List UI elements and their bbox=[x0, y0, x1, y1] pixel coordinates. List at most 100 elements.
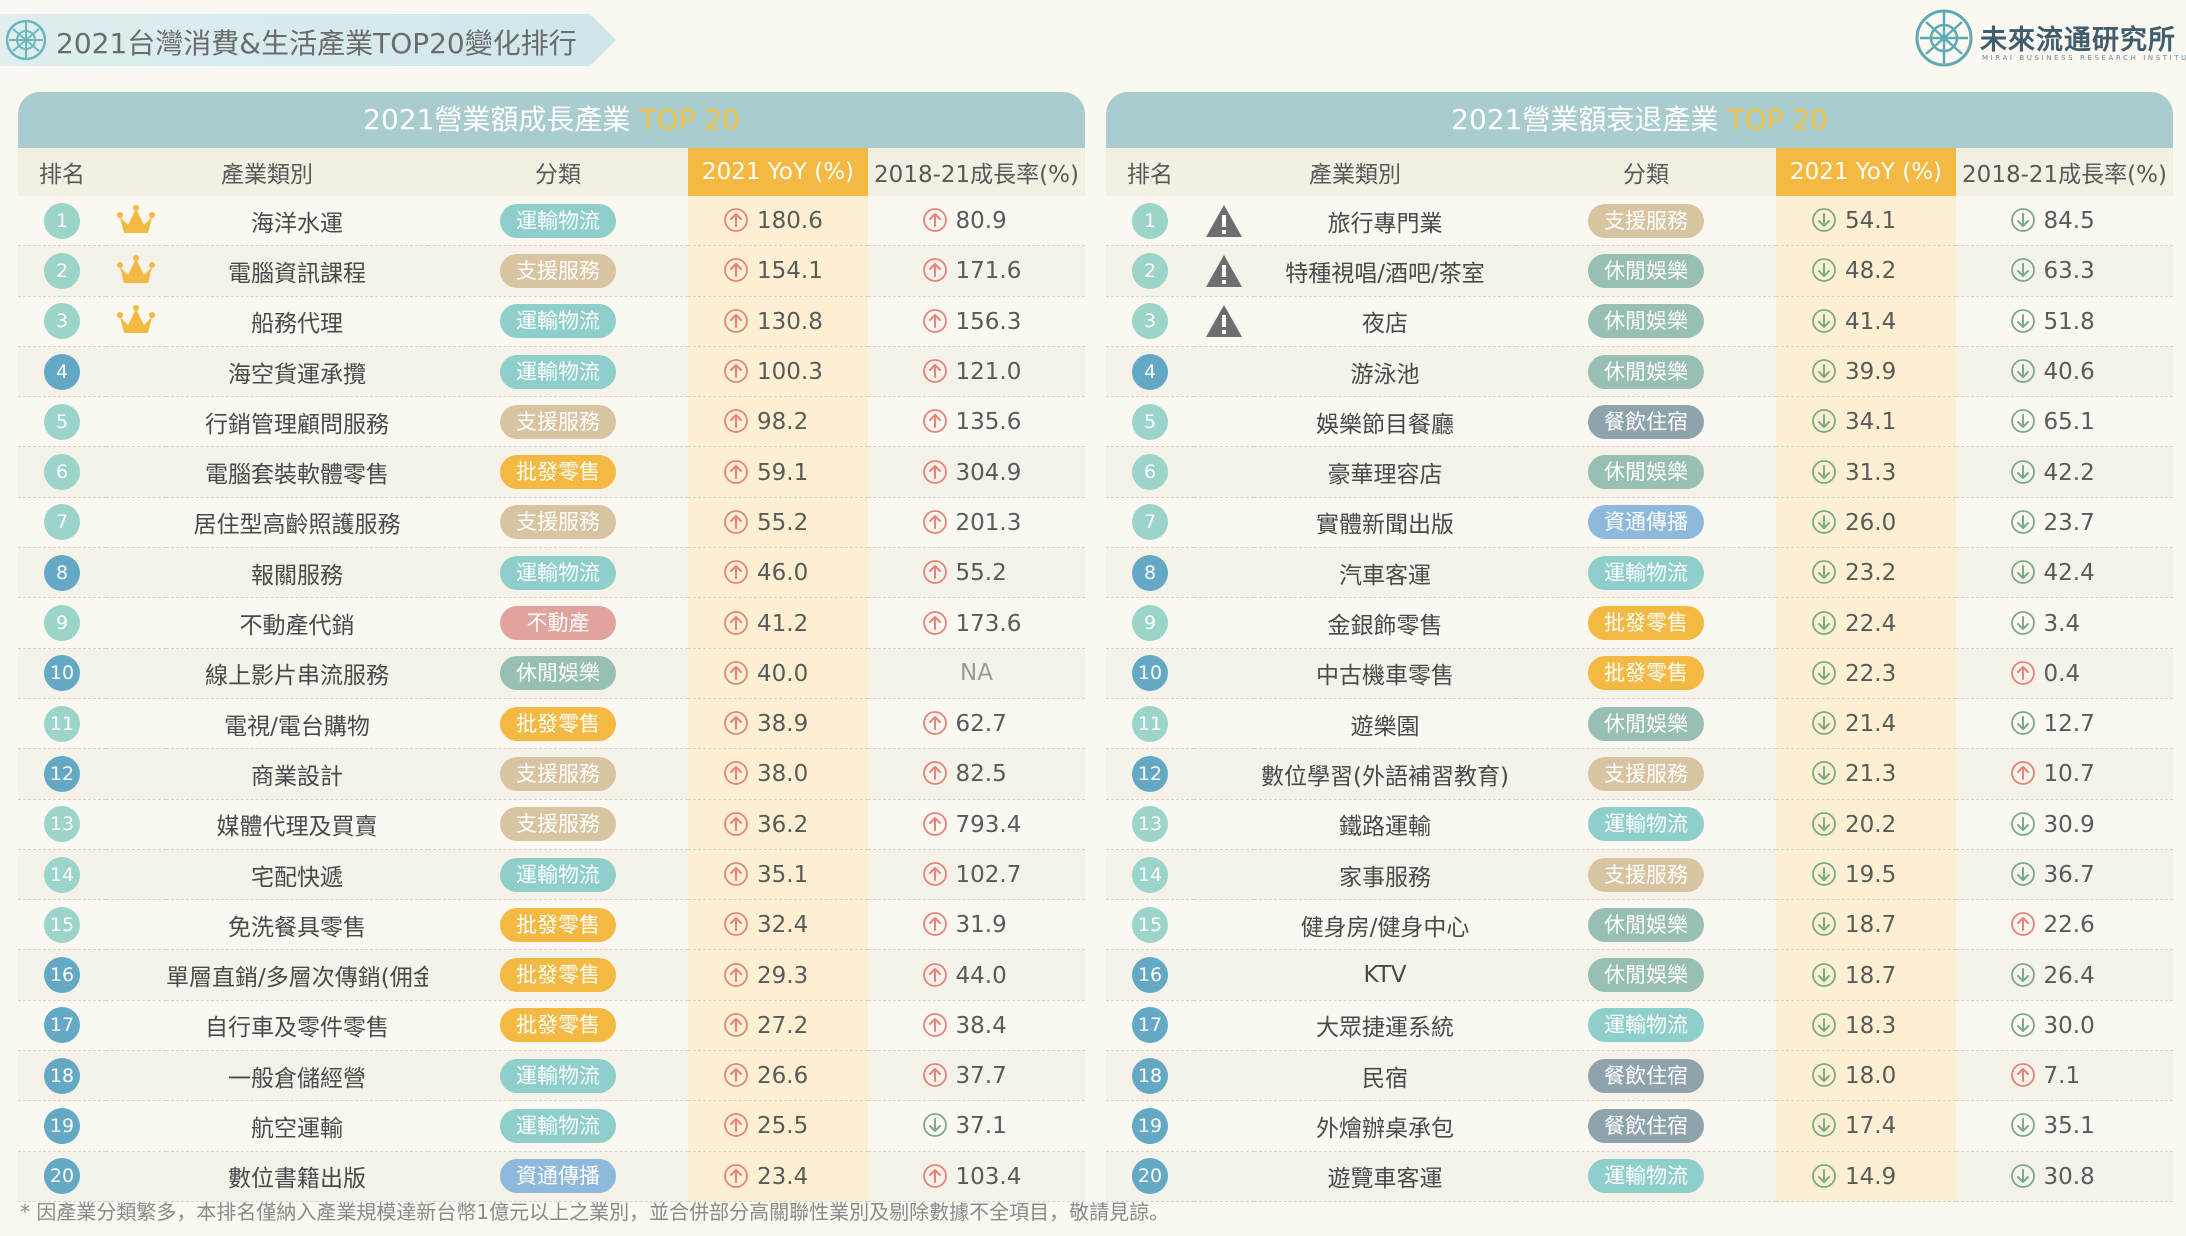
yoy-cell: 48.2 bbox=[1776, 245, 1956, 297]
category-cell: 批發零售 bbox=[428, 446, 688, 498]
arrow-up-icon bbox=[724, 862, 748, 886]
growth-cell: 42.2 bbox=[1956, 446, 2173, 498]
category-cell: 支援服務 bbox=[1516, 196, 1776, 247]
yoy-cell: 29.3 bbox=[688, 949, 868, 1001]
category-cell: 批發零售 bbox=[428, 1000, 688, 1052]
table-row: 2 特種視唱/酒吧/茶室 休閒娛樂 48.2 63.3 bbox=[1106, 245, 2173, 297]
yoy-value: 18.0 bbox=[1845, 1063, 1897, 1090]
category-badge: 不動產 bbox=[500, 606, 616, 641]
rank-badge: 11 bbox=[1132, 705, 1168, 742]
yoy-value: 22.3 bbox=[1845, 660, 1897, 687]
industry-name: 單層直銷/多層次傳銷(佣金收入) bbox=[166, 949, 428, 1001]
icon-cell bbox=[106, 597, 166, 649]
icon-cell bbox=[106, 446, 166, 498]
arrow-down-icon bbox=[2010, 1012, 2035, 1037]
yoy-cell: 98.2 bbox=[688, 396, 868, 448]
industry-name: 數位學習(外語補習教育) bbox=[1254, 748, 1516, 800]
growth-value: 3.4 bbox=[2043, 610, 2081, 637]
arrow-up-icon bbox=[724, 811, 748, 836]
category-badge: 運輸物流 bbox=[500, 1108, 616, 1143]
arrow-up-icon bbox=[922, 308, 947, 333]
page-title: 2021台灣消費&生活產業TOP20變化排行 bbox=[56, 27, 577, 60]
table-row: 17 大眾捷運系統 運輸物流 18.3 30.0 bbox=[1106, 1000, 2173, 1052]
rank-cell: 12 bbox=[18, 748, 106, 800]
footnote: * 因產業分類繁多，本排名僅納入產業規模達新台幣1億元以上之業別，並合併部分高關… bbox=[20, 1200, 1170, 1224]
table-row: 9 不動產代銷 不動產 41.2 173.6 bbox=[18, 597, 1085, 649]
table-row: 13 鐵路運輸 運輸物流 20.2 30.9 bbox=[1106, 799, 2173, 850]
rank-badge: 14 bbox=[1132, 856, 1168, 893]
rank-badge: 7 bbox=[44, 504, 80, 541]
rank-badge: 12 bbox=[1132, 755, 1168, 792]
rank-badge: 13 bbox=[1132, 806, 1168, 843]
arrow-up-icon bbox=[922, 862, 947, 886]
industry-name: 電腦資訊課程 bbox=[166, 245, 428, 297]
rank-cell: 11 bbox=[1106, 698, 1194, 750]
icon-cell bbox=[106, 698, 166, 750]
arrow-up-icon bbox=[724, 308, 748, 333]
icon-cell bbox=[106, 748, 166, 800]
yoy-value: 20.2 bbox=[1845, 811, 1897, 838]
industry-name: 豪華理容店 bbox=[1254, 446, 1516, 498]
growth-cell: 10.7 bbox=[1956, 748, 2173, 800]
table-row: 14 宅配快遞 運輸物流 35.1 102.7 bbox=[18, 849, 1085, 901]
col-header-yoy: 2021 YoY (%) bbox=[688, 148, 868, 196]
yoy-value: 26.6 bbox=[757, 1063, 809, 1090]
arrow-up-icon bbox=[724, 660, 748, 685]
warning-icon bbox=[1206, 254, 1242, 287]
table-row: 14 家事服務 支援服務 19.5 36.7 bbox=[1106, 849, 2173, 901]
yoy-cell: 26.6 bbox=[688, 1050, 868, 1102]
growth-cell: 36.7 bbox=[1956, 849, 2173, 901]
brand-subtitle: MIRAI BUSINESS RESEARCH INSTITUTE bbox=[1982, 54, 2186, 62]
rank-badge: 4 bbox=[1132, 353, 1168, 390]
yoy-cell: 23.2 bbox=[1776, 547, 1956, 599]
industry-name: 鐵路運輸 bbox=[1254, 799, 1516, 850]
yoy-cell: 39.9 bbox=[1776, 346, 1956, 398]
rank-badge: 9 bbox=[1132, 605, 1168, 642]
rank-cell: 7 bbox=[18, 497, 106, 549]
arrow-up-icon bbox=[922, 208, 947, 233]
category-badge: 支援服務 bbox=[1588, 203, 1704, 238]
industry-name: 民宿 bbox=[1254, 1050, 1516, 1102]
yoy-cell: 26.0 bbox=[1776, 497, 1956, 549]
table-row: 7 實體新聞出版 資通傳播 26.0 23.7 bbox=[1106, 497, 2173, 549]
industry-name: 電視/電台購物 bbox=[166, 698, 428, 750]
col-header-category: 分類 bbox=[1516, 148, 1776, 196]
rank-cell: 20 bbox=[1106, 1151, 1194, 1202]
industry-name: 遊樂園 bbox=[1254, 698, 1516, 750]
category-cell: 餐飲住宿 bbox=[1516, 1100, 1776, 1152]
industry-name: 海空貨運承攬 bbox=[166, 346, 428, 398]
rank-cell: 18 bbox=[1106, 1050, 1194, 1102]
category-badge: 批發零售 bbox=[500, 706, 616, 741]
category-cell: 支援服務 bbox=[428, 799, 688, 850]
icon-cell bbox=[1194, 949, 1254, 1001]
table-row: 11 遊樂園 休閒娛樂 21.4 12.7 bbox=[1106, 698, 2173, 750]
yoy-value: 39.9 bbox=[1845, 359, 1897, 386]
rank-cell: 9 bbox=[1106, 597, 1194, 649]
category-badge: 運輸物流 bbox=[500, 354, 616, 389]
rank-cell: 10 bbox=[18, 648, 106, 699]
arrow-up-icon bbox=[922, 610, 947, 635]
arrow-up-icon bbox=[724, 560, 748, 585]
category-cell: 運輸物流 bbox=[428, 849, 688, 901]
yoy-cell: 18.7 bbox=[1776, 899, 1956, 951]
yoy-cell: 59.1 bbox=[688, 446, 868, 498]
icon-cell bbox=[1194, 849, 1254, 901]
growth-cell: 37.7 bbox=[868, 1050, 1085, 1102]
growth-value: 37.1 bbox=[955, 1113, 1007, 1140]
col-header-name: 產業類別 bbox=[106, 148, 428, 196]
rank-badge: 14 bbox=[44, 856, 80, 893]
growth-value: 171.6 bbox=[955, 258, 1022, 285]
growth-value: 42.2 bbox=[2043, 459, 2095, 486]
industry-name: 中古機車零售 bbox=[1254, 648, 1516, 699]
col-header-yoy: 2021 YoY (%) bbox=[1776, 148, 1956, 196]
category-badge: 支援服務 bbox=[1588, 857, 1704, 892]
industry-name: 居住型高齡照護服務 bbox=[166, 497, 428, 549]
arrow-down-icon bbox=[2010, 459, 2035, 484]
growth-cell: 30.0 bbox=[1956, 1000, 2173, 1052]
table-row: 18 民宿 餐飲住宿 18.0 7.1 bbox=[1106, 1050, 2173, 1102]
arrow-up-icon bbox=[922, 912, 947, 937]
rank-cell: 7 bbox=[1106, 497, 1194, 549]
category-cell: 休閒娛樂 bbox=[1516, 245, 1776, 297]
category-cell: 休閒娛樂 bbox=[1516, 949, 1776, 1001]
growth-cell: 55.2 bbox=[868, 547, 1085, 599]
